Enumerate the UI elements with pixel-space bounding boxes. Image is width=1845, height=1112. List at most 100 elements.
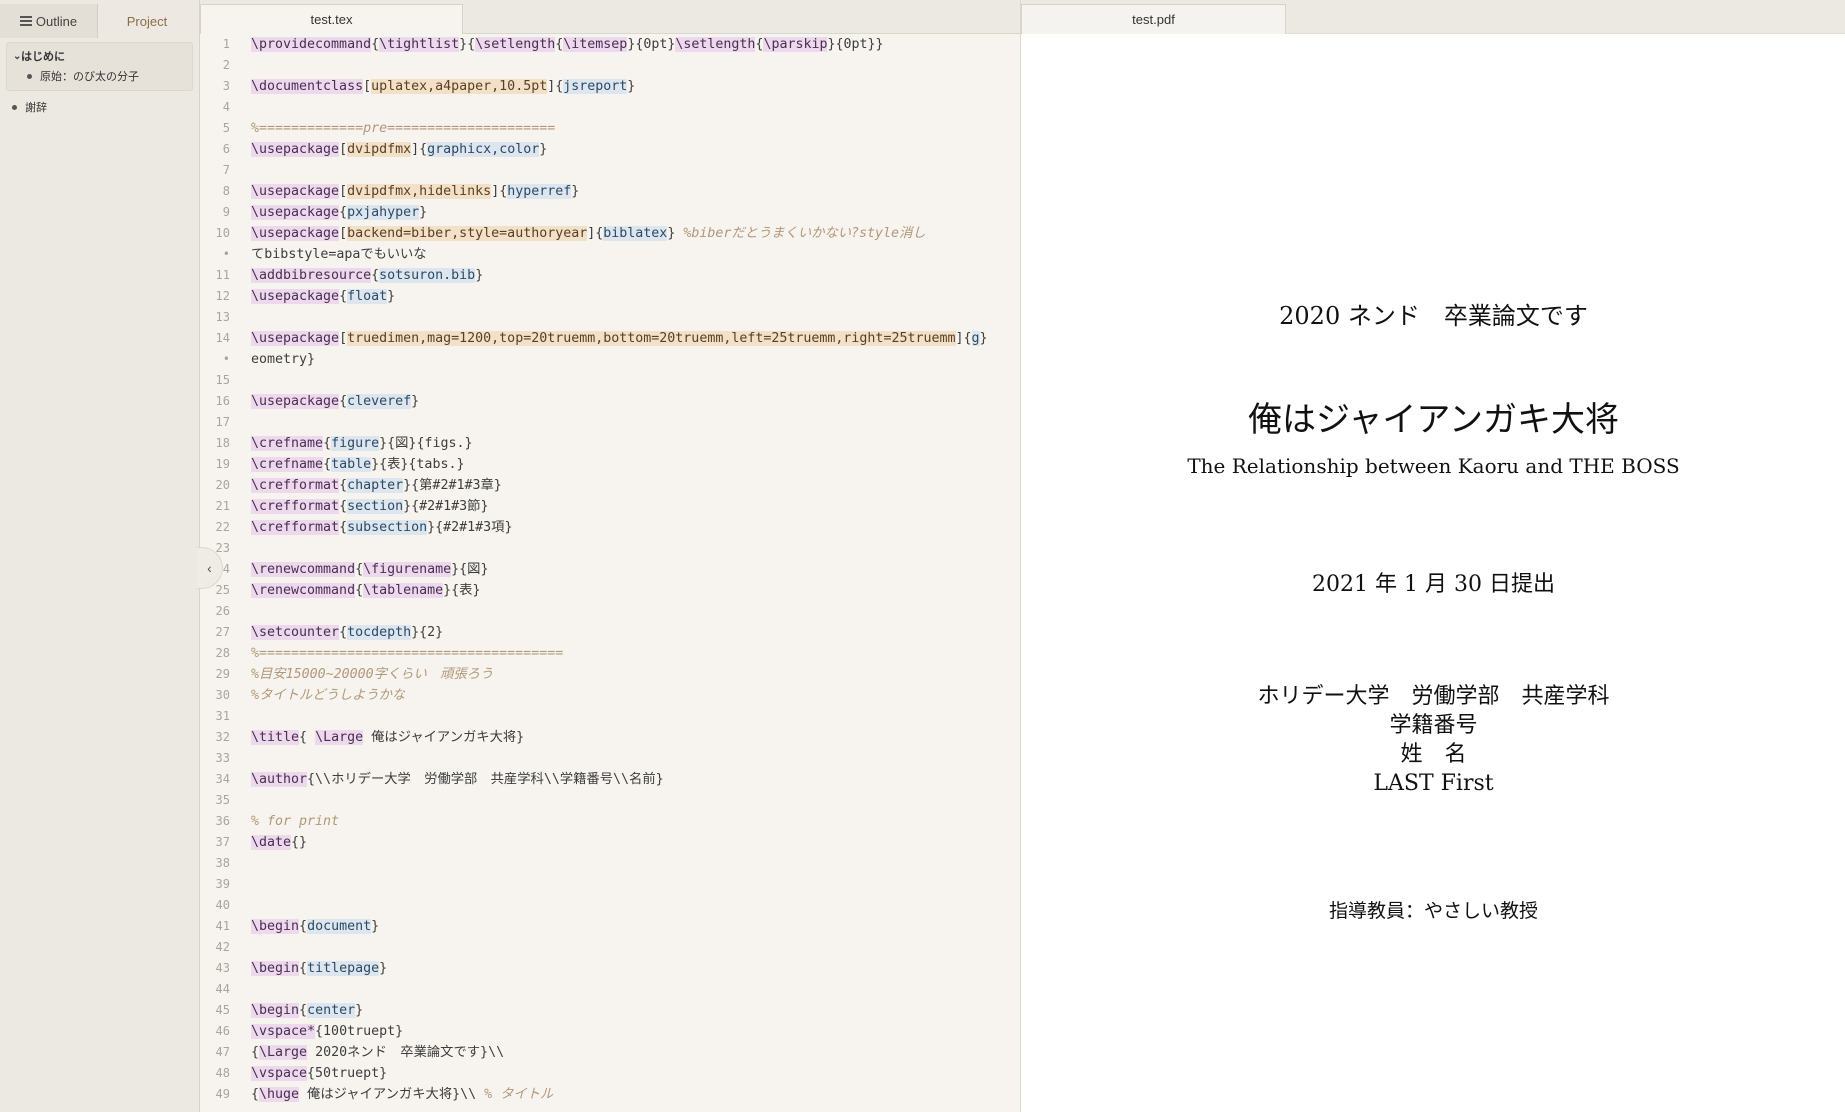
- code-line[interactable]: 23: [200, 538, 1020, 559]
- code-line[interactable]: 32 \title{ \Large 俺はジャイアンガキ大将}: [200, 727, 1020, 748]
- code-line[interactable]: 35: [200, 790, 1020, 811]
- line-number: 8: [222, 184, 230, 198]
- code-line[interactable]: 28 %=====================================…: [200, 643, 1020, 664]
- code-line[interactable]: 4: [200, 97, 1020, 118]
- line-text: \usepackage[truedimen,mag=1200,top=20tru…: [251, 331, 988, 346]
- line-text: てbibstyle=apaでもいいな: [251, 247, 427, 262]
- sidebar: Outline Project ⌄ はじめに 原始：のび太の分子 謝辞: [0, 0, 200, 1112]
- code-line[interactable]: 18 \crefname{figure}{図}{figs.}: [200, 433, 1020, 454]
- tab-project[interactable]: Project: [98, 4, 196, 38]
- line-number: 4: [222, 100, 230, 114]
- line-text: [230, 412, 251, 433]
- editor-tabbar: test.tex: [200, 0, 1020, 34]
- code-line[interactable]: 16 \usepackage{cleveref}: [200, 391, 1020, 412]
- line-number: 19: [215, 457, 230, 471]
- line-text: \usepackage[backend=biber,style=authorye…: [251, 226, 926, 241]
- code-line[interactable]: 37 \date{}: [200, 832, 1020, 853]
- line-number: •: [222, 247, 230, 261]
- code-line[interactable]: 44: [200, 979, 1020, 1000]
- line-number: 41: [215, 919, 230, 933]
- list-icon: [19, 16, 32, 26]
- line-text: \title{ \Large 俺はジャイアンガキ大将}: [251, 730, 525, 745]
- code-line[interactable]: • てbibstyle=apaでもいいな: [200, 244, 1020, 265]
- code-line[interactable]: 1 \providecommand{\tightlist}{\setlength{…: [200, 34, 1020, 55]
- code-line[interactable]: 19 \crefname{table}{表}{tabs.}: [200, 454, 1020, 475]
- code-line[interactable]: 27 \setcounter{tocdepth}{2}: [200, 622, 1020, 643]
- code-line[interactable]: 14 \usepackage[truedimen,mag=1200,top=20t…: [200, 328, 1020, 349]
- code-line[interactable]: 47 {\Large 2020ネンド 卒業論文です}\\: [200, 1042, 1020, 1063]
- line-number: 2: [222, 58, 230, 72]
- tab-outline-label: Outline: [35, 13, 78, 29]
- line-number: 31: [215, 709, 230, 723]
- line-number: 15: [215, 373, 230, 387]
- line-text: [230, 895, 251, 916]
- code-line[interactable]: 41 \begin{document}: [200, 916, 1020, 937]
- code-line[interactable]: 46 \vspace*{100truept}: [200, 1021, 1020, 1042]
- code-line[interactable]: 33: [200, 748, 1020, 769]
- bullet-icon: [12, 104, 17, 110]
- pdf-english-title: The Relationship between Kaoru and THE B…: [1187, 454, 1680, 478]
- code-line[interactable]: 34 \author{\\ホリデー大学 労働学部 共産学科\\学籍番号\\名前}: [200, 769, 1020, 790]
- code-line[interactable]: 17: [200, 412, 1020, 433]
- line-number: 42: [215, 940, 230, 954]
- code-line[interactable]: 21 \crefformat{section}{#2#1#3節}: [200, 496, 1020, 517]
- code-line[interactable]: 10 \usepackage[backend=biber,style=author…: [200, 223, 1020, 244]
- code-line[interactable]: 40: [200, 895, 1020, 916]
- code-area[interactable]: 1 \providecommand{\tightlist}{\setlength{…: [200, 34, 1020, 1105]
- code-line[interactable]: • eometry}: [200, 349, 1020, 370]
- chevron-left-icon: ‹: [207, 560, 212, 576]
- tab-test-pdf[interactable]: test.pdf: [1021, 4, 1286, 34]
- code-line[interactable]: 42: [200, 937, 1020, 958]
- code-line[interactable]: 3 \documentclass[uplatex,a4paper,10.5pt]{…: [200, 76, 1020, 97]
- line-number: 20: [215, 478, 230, 492]
- code-line[interactable]: 12 \usepackage{float}: [200, 286, 1020, 307]
- code-line[interactable]: 13: [200, 307, 1020, 328]
- code-line[interactable]: 2: [200, 55, 1020, 76]
- sidebar-tabs: Outline Project: [0, 0, 199, 38]
- code-line[interactable]: 5 %=============pre=====================: [200, 118, 1020, 139]
- code-line[interactable]: 24\renewcommand{\figurename}{図}: [200, 559, 1020, 580]
- line-number: 16: [215, 394, 230, 408]
- line-text: %======================================: [251, 646, 564, 661]
- line-text: \crefformat{chapter}{第#2#1#3章}: [251, 478, 502, 493]
- outline-item-section2[interactable]: 謝辞: [0, 97, 199, 117]
- code-line[interactable]: 20 \crefformat{chapter}{第#2#1#3章}: [200, 475, 1020, 496]
- chevron-down-icon[interactable]: ⌄: [7, 51, 21, 62]
- tab-test-tex[interactable]: test.tex: [200, 4, 463, 34]
- code-line[interactable]: 43 \begin{titlepage}: [200, 958, 1020, 979]
- pdf-page[interactable]: 2020 ネンド 卒業論文です 俺はジャイアンガキ大将 The Relation…: [1021, 34, 1845, 1112]
- code-line[interactable]: 7: [200, 160, 1020, 181]
- code-line[interactable]: 38: [200, 853, 1020, 874]
- line-text: [230, 538, 251, 559]
- code-line[interactable]: 9 \usepackage{pxjahyper}: [200, 202, 1020, 223]
- pdf-affiliation: ホリデー大学 労働学部 共産学科: [1257, 684, 1610, 709]
- outline-item-section1[interactable]: ⌄ はじめに: [7, 46, 192, 66]
- line-text: \renewcommand{\tablename}{表}: [251, 583, 481, 598]
- code-line[interactable]: 45 \begin{center}: [200, 1000, 1020, 1021]
- code-line[interactable]: 11 \addbibresource{sotsuron.bib}: [200, 265, 1020, 286]
- code-line[interactable]: 25 \renewcommand{\tablename}{表}: [200, 580, 1020, 601]
- line-number: 30: [215, 688, 230, 702]
- code-line[interactable]: 30 %タイトルどうしようかな: [200, 685, 1020, 706]
- code-line[interactable]: 36 % for print: [200, 811, 1020, 832]
- outline-item-label: はじめに: [21, 51, 65, 63]
- outline-item-subsection[interactable]: 原始：のび太の分子: [7, 66, 192, 86]
- line-text: %目安15000~20000字くらい 頑張ろう: [251, 667, 494, 682]
- code-line[interactable]: 8 \usepackage[dvipdfmx,hidelinks]{hyperre…: [200, 181, 1020, 202]
- line-text: [230, 160, 251, 181]
- line-text: {\huge 俺はジャイアンガキ大将}\\ % タイトル: [251, 1087, 554, 1102]
- line-number: 44: [215, 982, 230, 996]
- code-line[interactable]: 29 %目安15000~20000字くらい 頑張ろう: [200, 664, 1020, 685]
- code-line[interactable]: 6 \usepackage[dvipdfmx]{graphicx,color}: [200, 139, 1020, 160]
- line-text: \vspace{50truept}: [251, 1066, 388, 1081]
- code-line[interactable]: 49 {\huge 俺はジャイアンガキ大将}\\ % タイトル: [200, 1084, 1020, 1105]
- code-line[interactable]: 26: [200, 601, 1020, 622]
- code-line[interactable]: 48 \vspace{50truept}: [200, 1063, 1020, 1084]
- pdf-date: 2021 年 1 月 30 日提出: [1312, 572, 1555, 597]
- line-text: \providecommand{\tightlist}{\setlength{\…: [251, 37, 884, 52]
- code-line[interactable]: 22 \crefformat{subsection}{#2#1#3項}: [200, 517, 1020, 538]
- code-line[interactable]: 31: [200, 706, 1020, 727]
- code-line[interactable]: 15: [200, 370, 1020, 391]
- code-line[interactable]: 39: [200, 874, 1020, 895]
- tab-outline[interactable]: Outline: [0, 4, 98, 38]
